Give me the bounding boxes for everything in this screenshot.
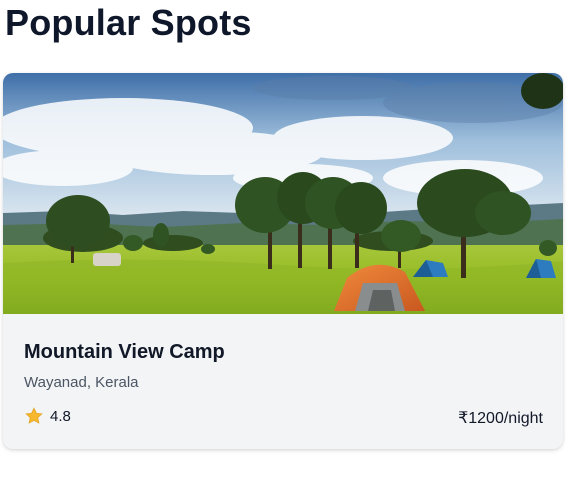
rating-value: 4.8 [50,407,71,425]
spot-rating: 4.8 [24,406,71,426]
campsite-photo[interactable] [3,73,563,314]
popular-spots-page: Popular Spots Mountain View Camp Wayanad… [0,0,570,482]
spot-title[interactable]: Mountain View Camp [24,341,225,364]
section-title: Popular Spots [5,2,252,43]
star-icon [25,407,43,424]
spot-card[interactable]: Mountain View Camp Wayanad, Kerala 4.8 ₹… [3,73,563,449]
card-body: Mountain View Camp Wayanad, Kerala 4.8 ₹… [3,314,563,449]
spot-price: ₹1200/night [458,410,543,427]
spot-location: Wayanad, Kerala [24,374,139,391]
